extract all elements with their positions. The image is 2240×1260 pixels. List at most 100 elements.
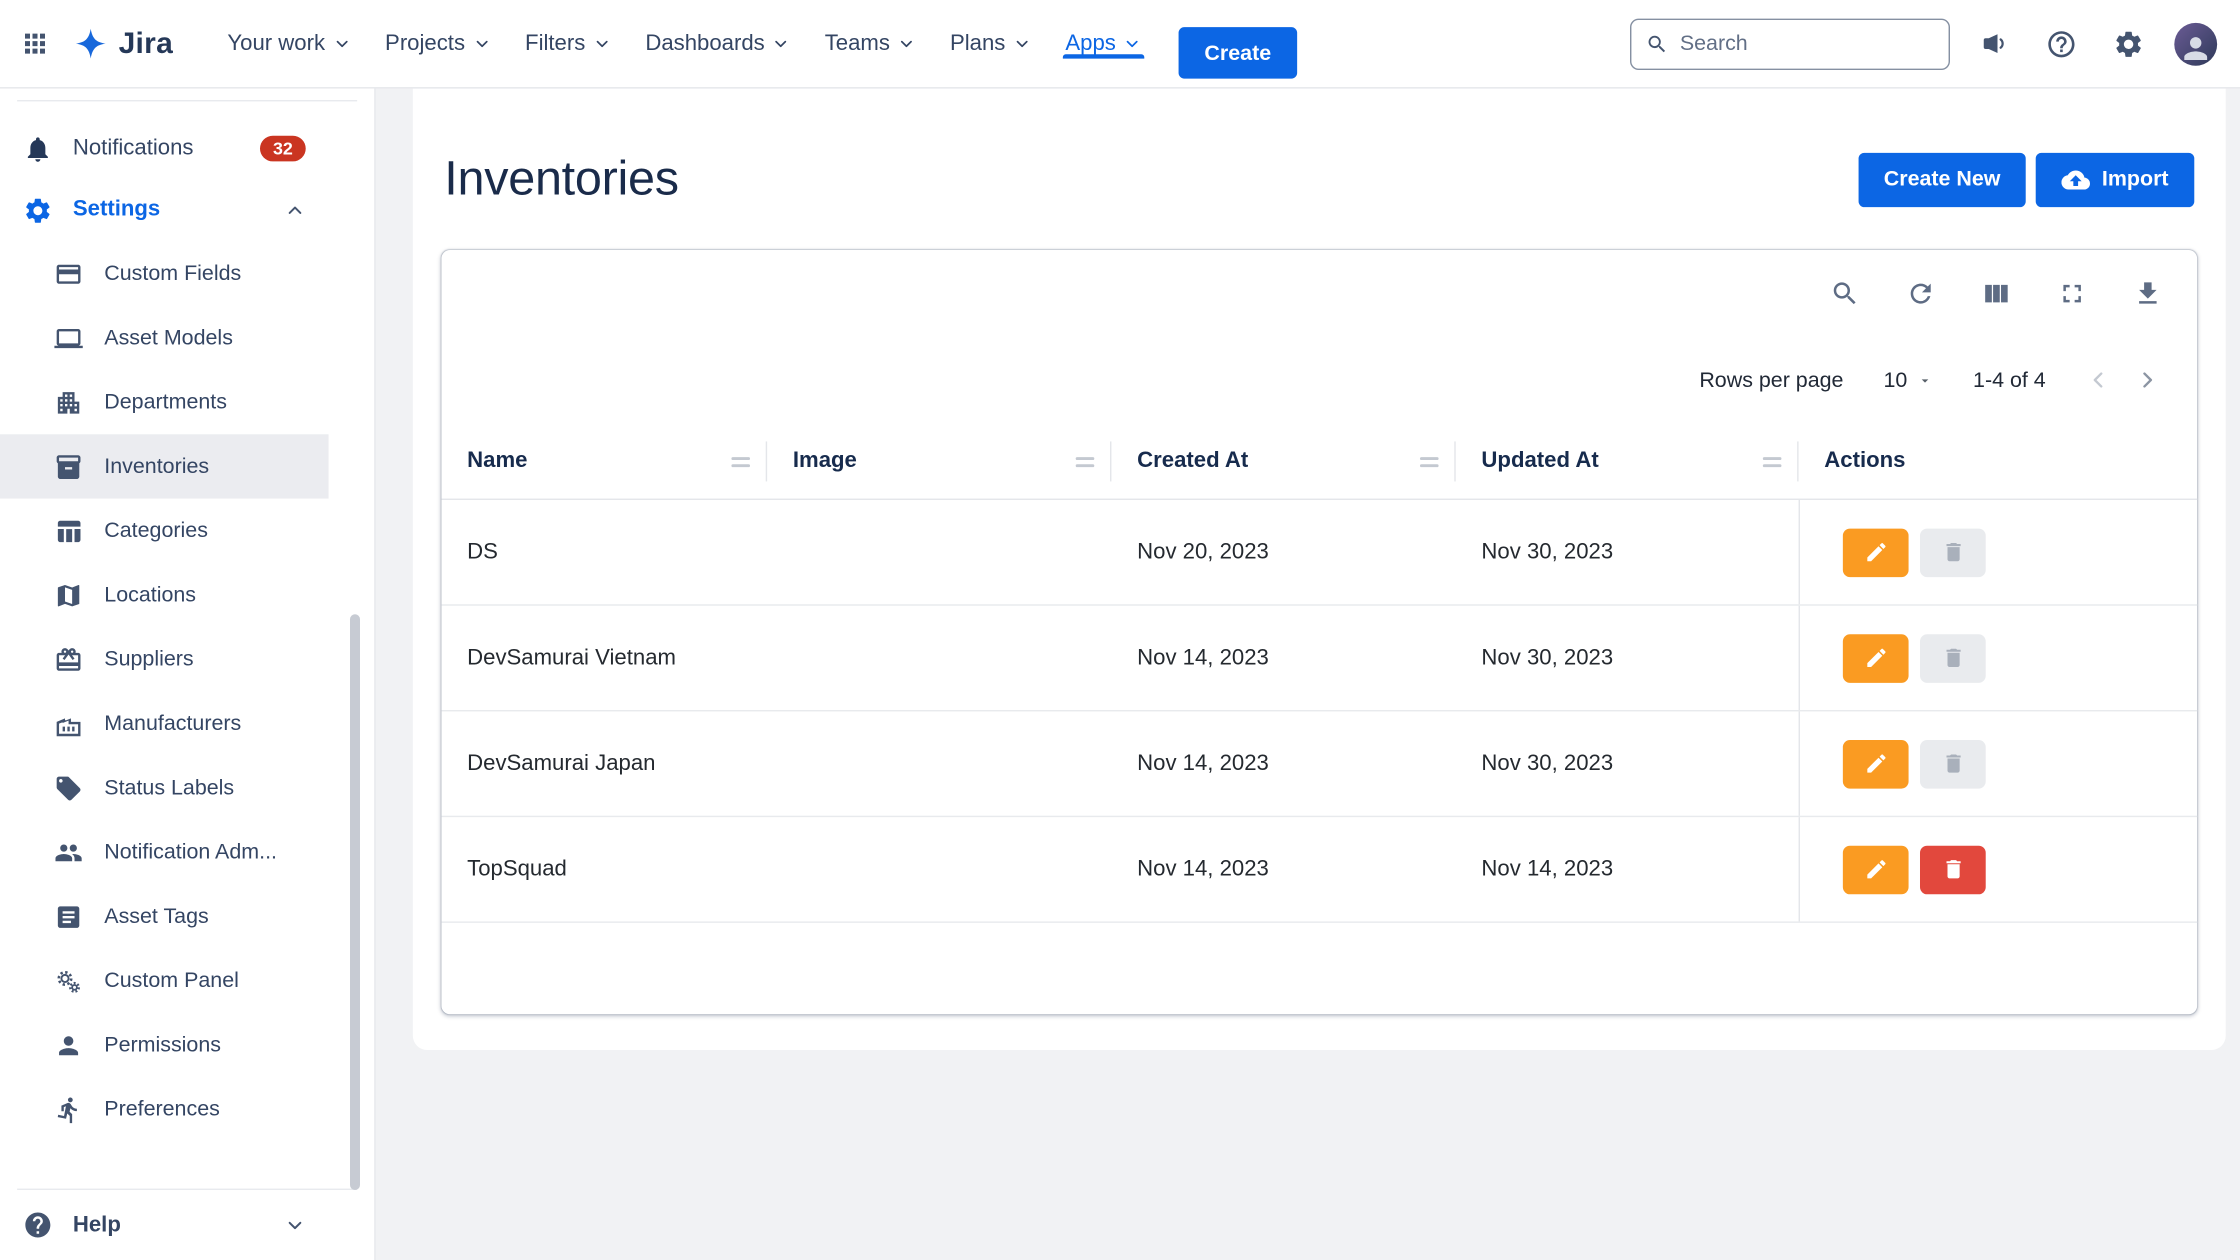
column-resize-handle[interactable]	[1076, 456, 1095, 466]
people-icon	[54, 838, 83, 867]
table-fullscreen-button[interactable]	[2051, 272, 2092, 313]
sidebar-item-manufacturers[interactable]: Manufacturers	[0, 691, 329, 755]
app-switcher-button[interactable]	[14, 23, 55, 64]
fullscreen-icon	[2057, 278, 2087, 308]
nav-projects[interactable]: Projects	[368, 31, 508, 57]
cell-image	[767, 817, 1111, 921]
cell-actions	[1799, 500, 2198, 604]
cell-updated-at: Nov 14, 2023	[1456, 817, 1799, 921]
create-button[interactable]: Create	[1179, 27, 1297, 78]
edit-button[interactable]	[1843, 528, 1909, 577]
cell-actions	[1799, 817, 2198, 921]
table-toolbar	[441, 250, 2197, 336]
cell-name: DevSamurai Japan	[441, 711, 767, 815]
chevron-down-icon	[1123, 34, 1142, 53]
table-search-button[interactable]	[1824, 272, 1865, 313]
sidebar-item-categories[interactable]: Categories	[0, 499, 329, 563]
help-circle-icon	[23, 1210, 53, 1240]
chevron-down-icon	[284, 1214, 305, 1235]
sidebar-item-help[interactable]: Help	[0, 1190, 329, 1260]
edit-button[interactable]	[1843, 845, 1909, 894]
cell-created-at: Nov 14, 2023	[1111, 606, 1455, 710]
sidebar-item-preferences[interactable]: Preferences	[0, 1077, 329, 1141]
global-search[interactable]	[1630, 18, 1950, 69]
chevron-down-icon	[897, 34, 916, 53]
jira-mark-icon	[73, 26, 109, 62]
cell-image	[767, 711, 1111, 815]
table-refresh-button[interactable]	[1900, 272, 1941, 313]
sidebar-item-status-labels[interactable]: Status Labels	[0, 756, 329, 820]
search-input[interactable]	[1680, 31, 1934, 55]
sidebar-item-asset-models[interactable]: Asset Models	[0, 306, 329, 370]
trash-icon	[1941, 751, 1965, 775]
page: Jira Your work Projects Filters Dashboar…	[0, 0, 2240, 1260]
trash-icon	[1941, 646, 1965, 670]
column-header-updated-at[interactable]: Updated At	[1456, 424, 1799, 498]
sidebar-item-notification-admin[interactable]: Notification Adm...	[0, 820, 329, 884]
delete-button[interactable]	[1920, 634, 1986, 683]
nav-dashboards[interactable]: Dashboards	[628, 31, 807, 57]
chevron-down-icon	[472, 34, 491, 53]
previous-page-button[interactable]	[2086, 367, 2112, 393]
next-page-button[interactable]	[2134, 367, 2160, 393]
sidebar-item-departments[interactable]: Departments	[0, 370, 329, 434]
cell-name: DevSamurai Vietnam	[441, 606, 767, 710]
table-download-button[interactable]	[2127, 272, 2168, 313]
help-label: Help	[73, 1212, 121, 1238]
cell-image	[767, 606, 1111, 710]
import-button[interactable]: Import	[2036, 152, 2194, 206]
create-new-button[interactable]: Create New	[1858, 152, 2026, 206]
building-icon	[54, 388, 83, 417]
column-header-actions: Actions	[1799, 424, 2198, 498]
sidebar-item-locations[interactable]: Locations	[0, 563, 329, 627]
sidebar-scrollbar[interactable]	[350, 614, 360, 1190]
settings-button[interactable]	[2107, 22, 2150, 65]
jira-logo[interactable]: Jira	[73, 26, 173, 62]
trash-icon	[1941, 857, 1965, 881]
sidebar-item-asset-tags[interactable]: Asset Tags	[0, 884, 329, 948]
help-button[interactable]	[2040, 22, 2083, 65]
rows-per-page-select[interactable]: 10	[1883, 368, 1933, 392]
sidebar-item-settings[interactable]: Settings	[0, 179, 329, 242]
edit-button[interactable]	[1843, 739, 1909, 788]
user-avatar[interactable]	[2174, 22, 2217, 65]
nav-your-work[interactable]: Your work	[210, 31, 368, 57]
map-icon	[54, 581, 83, 610]
delete-button[interactable]	[1920, 528, 1986, 577]
cell-image	[767, 500, 1111, 604]
monitor-icon	[54, 324, 83, 353]
column-header-image[interactable]: Image	[767, 424, 1111, 498]
download-icon	[2133, 278, 2163, 308]
column-header-created-at[interactable]: Created At	[1111, 424, 1455, 498]
column-resize-handle[interactable]	[731, 456, 750, 466]
custom-fields-icon	[54, 259, 83, 288]
announcements-button[interactable]	[1974, 23, 2015, 64]
sidebar-item-permissions[interactable]: Permissions	[0, 1013, 329, 1077]
edit-button[interactable]	[1843, 634, 1909, 683]
column-resize-handle[interactable]	[1763, 456, 1782, 466]
delete-button[interactable]	[1920, 845, 1986, 894]
sidebar-item-custom-fields[interactable]: Custom Fields	[0, 241, 329, 305]
chevron-down-icon	[772, 34, 791, 53]
sidebar-item-inventories[interactable]: Inventories	[0, 434, 329, 498]
nav-teams[interactable]: Teams	[808, 31, 933, 57]
column-header-name[interactable]: Name	[441, 424, 767, 498]
delete-button[interactable]	[1920, 739, 1986, 788]
nav-apps[interactable]: Apps	[1048, 31, 1158, 57]
column-resize-handle[interactable]	[1420, 456, 1439, 466]
cell-updated-at: Nov 30, 2023	[1456, 711, 1799, 815]
table-columns-button[interactable]	[1976, 272, 2017, 313]
nav-plans[interactable]: Plans	[933, 31, 1048, 57]
cell-name: TopSquad	[441, 817, 767, 921]
table-header-row: Name Image Created At Updated At	[441, 424, 2197, 500]
nav-filters[interactable]: Filters	[508, 31, 628, 57]
table-row: DS Nov 20, 2023 Nov 30, 2023	[441, 500, 2197, 606]
chevron-left-icon	[2086, 367, 2112, 393]
gear-icon	[2113, 28, 2144, 59]
pencil-icon	[1864, 857, 1888, 881]
sidebar-item-suppliers[interactable]: Suppliers	[0, 627, 329, 691]
document-icon	[54, 902, 83, 931]
sidebar-item-custom-panel[interactable]: Custom Panel	[0, 949, 329, 1013]
sidebar-item-notifications[interactable]: Notifications 32	[0, 119, 329, 179]
pencil-icon	[1864, 751, 1888, 775]
